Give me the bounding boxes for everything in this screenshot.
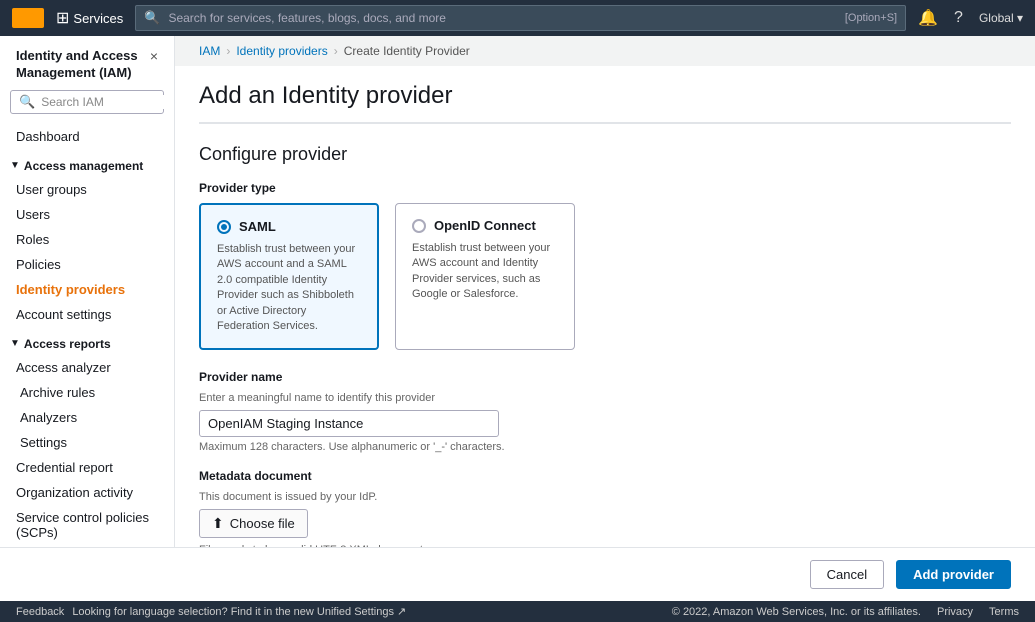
bottom-bar: Feedback Looking for language selection?… bbox=[0, 601, 1035, 622]
sidebar-item-identity-providers[interactable]: Identity providers bbox=[0, 277, 174, 302]
metadata-hint: This document is issued by your IdP. bbox=[199, 491, 1011, 503]
cancel-button[interactable]: Cancel bbox=[810, 560, 884, 589]
choose-file-button[interactable]: ⬆ Choose file bbox=[199, 509, 308, 538]
main-content: IAM › Identity providers › Create Identi… bbox=[175, 36, 1035, 547]
top-navigation: ⊞ Services 🔍 [Option+S] 🔔 ? Global ▾ bbox=[0, 0, 1035, 36]
sidebar-item-users[interactable]: Users bbox=[0, 202, 174, 227]
provider-name-hint: Enter a meaningful name to identify this… bbox=[199, 392, 1011, 404]
breadcrumb-iam[interactable]: IAM bbox=[199, 44, 220, 58]
metadata-document-group: Metadata document This document is issue… bbox=[199, 469, 1011, 547]
sidebar: Identity and Access Management (IAM) × 🔍… bbox=[0, 36, 175, 547]
provider-type-group: Provider type SAML Establish trust betwe… bbox=[199, 181, 1011, 350]
sidebar-item-archive-rules[interactable]: Archive rules bbox=[0, 380, 174, 405]
openid-radio-card[interactable]: OpenID Connect Establish trust between y… bbox=[395, 203, 575, 350]
metadata-label: Metadata document bbox=[199, 469, 1011, 483]
sidebar-section-access-management[interactable]: ▼ Access management bbox=[0, 149, 174, 177]
provider-name-group: Provider name Enter a meaningful name to… bbox=[199, 370, 1011, 453]
terms-link[interactable]: Terms bbox=[989, 606, 1019, 618]
breadcrumb-sep-2: › bbox=[334, 44, 338, 58]
copyright-text: © 2022, Amazon Web Services, Inc. or its… bbox=[672, 606, 921, 618]
sidebar-search[interactable]: 🔍 bbox=[10, 90, 164, 114]
sidebar-item-policies[interactable]: Policies bbox=[0, 252, 174, 277]
sidebar-item-org-activity[interactable]: Organization activity bbox=[0, 480, 174, 505]
sidebar-item-access-analyzer[interactable]: Access analyzer bbox=[0, 355, 174, 380]
provider-name-input[interactable] bbox=[199, 410, 499, 437]
search-input[interactable] bbox=[168, 11, 836, 25]
sidebar-search-input[interactable] bbox=[41, 95, 175, 109]
configure-provider-section: Configure provider Provider type SAML Es… bbox=[199, 123, 1011, 547]
page-content: Add an Identity provider Configure provi… bbox=[175, 66, 1035, 547]
nav-right-icons: 🔔 ? Global ▾ bbox=[918, 8, 1023, 28]
search-icon: 🔍 bbox=[144, 10, 160, 26]
sidebar-item-user-groups[interactable]: User groups bbox=[0, 177, 174, 202]
sidebar-item-scps[interactable]: Service control policies (SCPs) bbox=[0, 505, 174, 545]
saml-radio-btn bbox=[217, 220, 231, 234]
arrow-icon: ▼ bbox=[10, 160, 20, 171]
sidebar-header: Identity and Access Management (IAM) × bbox=[0, 36, 174, 90]
choose-file-label: Choose file bbox=[230, 516, 295, 531]
global-search[interactable]: 🔍 [Option+S] bbox=[135, 5, 906, 31]
configure-section-title: Configure provider bbox=[199, 144, 1011, 165]
breadcrumb-sep-1: › bbox=[226, 44, 230, 58]
saml-radio-card[interactable]: SAML Establish trust between your AWS ac… bbox=[199, 203, 379, 350]
openid-radio-btn bbox=[412, 219, 426, 233]
provider-name-note: Maximum 128 characters. Use alphanumeric… bbox=[199, 441, 1011, 453]
sidebar-item-credential-report[interactable]: Credential report bbox=[0, 455, 174, 480]
sidebar-section-access-reports[interactable]: ▼ Access reports bbox=[0, 327, 174, 355]
openid-card-header: OpenID Connect bbox=[412, 218, 558, 233]
sidebar-item-account-settings[interactable]: Account settings bbox=[0, 302, 174, 327]
arrow-icon-2: ▼ bbox=[10, 338, 20, 349]
sidebar-title: Identity and Access Management (IAM) bbox=[16, 48, 150, 82]
openid-card-title: OpenID Connect bbox=[434, 218, 536, 233]
breadcrumb: IAM › Identity providers › Create Identi… bbox=[175, 36, 1035, 66]
upload-icon: ⬆ bbox=[212, 515, 224, 532]
lang-note: Looking for language selection? Find it … bbox=[72, 605, 406, 618]
search-shortcut: [Option+S] bbox=[845, 12, 897, 24]
footer-actions: Cancel Add provider bbox=[0, 547, 1035, 601]
breadcrumb-current: Create Identity Provider bbox=[344, 44, 470, 58]
feedback-link[interactable]: Feedback bbox=[16, 606, 64, 618]
sidebar-item-settings[interactable]: Settings bbox=[0, 430, 174, 455]
provider-type-cards: SAML Establish trust between your AWS ac… bbox=[199, 203, 1011, 350]
unified-settings-link[interactable]: ↗ bbox=[397, 606, 406, 618]
bottom-bar-right: © 2022, Amazon Web Services, Inc. or its… bbox=[672, 606, 1019, 618]
global-selector[interactable]: Global ▾ bbox=[979, 11, 1023, 25]
add-provider-button[interactable]: Add provider bbox=[896, 560, 1011, 589]
saml-card-desc: Establish trust between your AWS account… bbox=[217, 242, 361, 334]
page-title: Add an Identity provider bbox=[199, 66, 1011, 122]
saml-card-title: SAML bbox=[239, 219, 276, 234]
sidebar-search-icon: 🔍 bbox=[19, 94, 35, 110]
aws-logo bbox=[12, 8, 44, 28]
provider-type-label: Provider type bbox=[199, 181, 1011, 195]
help-icon[interactable]: ? bbox=[954, 9, 963, 27]
bell-icon[interactable]: 🔔 bbox=[918, 8, 938, 28]
sidebar-item-analyzers[interactable]: Analyzers bbox=[0, 405, 174, 430]
openid-card-desc: Establish trust between your AWS account… bbox=[412, 241, 558, 303]
provider-name-label: Provider name bbox=[199, 370, 1011, 384]
privacy-link[interactable]: Privacy bbox=[937, 606, 973, 618]
sidebar-item-dashboard[interactable]: Dashboard bbox=[0, 124, 174, 149]
sidebar-close-button[interactable]: × bbox=[150, 48, 158, 64]
sidebar-item-roles[interactable]: Roles bbox=[0, 227, 174, 252]
services-menu[interactable]: ⊞ Services bbox=[56, 8, 123, 28]
saml-card-header: SAML bbox=[217, 219, 361, 234]
breadcrumb-identity-providers[interactable]: Identity providers bbox=[236, 44, 327, 58]
